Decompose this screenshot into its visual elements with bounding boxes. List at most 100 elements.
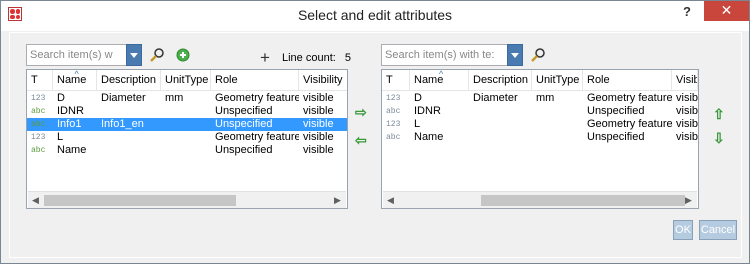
cell-name: Name: [57, 144, 87, 156]
cell-role: Geometry feature: [587, 92, 672, 104]
cell-role: Geometry feature: [215, 131, 299, 143]
cell-visibility: visible: [303, 131, 334, 143]
cell-role: Unspecified: [587, 105, 645, 117]
numeric-type-icon: 123: [386, 94, 401, 103]
scroll-right-icon[interactable]: ▶: [685, 195, 692, 206]
cell-visibility: visibl: [676, 118, 698, 130]
cell-name: IDNR: [414, 105, 441, 117]
cell-unittype: [161, 131, 211, 144]
cell-visibility: visibl: [676, 92, 698, 104]
numeric-type-icon: 123: [31, 133, 46, 142]
cell-description: Info1_en: [101, 118, 144, 130]
cell-visibility: visibl: [676, 131, 698, 143]
cell-description: [469, 131, 532, 144]
help-button[interactable]: ?: [683, 4, 691, 19]
cell-name: D: [57, 92, 65, 104]
scroll-left-icon[interactable]: ◀: [387, 195, 394, 206]
col-header-t[interactable]: T: [27, 70, 53, 91]
cell-name: Info1: [57, 118, 82, 130]
table-row[interactable]: 123 L Geometry feature visibl: [382, 118, 698, 131]
dialog-window: Select and edit attributes ? ✕ Search it…: [0, 0, 750, 264]
cell-name: L: [57, 131, 64, 143]
cell-unittype: [532, 131, 583, 144]
col-header-description[interactable]: Description: [97, 70, 161, 91]
table-row[interactable]: abc Name Unspecified visible: [27, 144, 347, 157]
cell-description: [97, 131, 161, 144]
cell-unittype: mm: [165, 92, 184, 104]
left-horizontal-scrollbar[interactable]: ◀ ▶: [28, 191, 346, 208]
line-count-value: 5: [344, 52, 352, 64]
numeric-type-icon: 123: [386, 120, 401, 129]
table-row[interactable]: abc Name Unspecified visibl: [382, 131, 698, 144]
cell-visibility: visible: [303, 144, 334, 156]
cell-role: Unspecified: [215, 105, 273, 117]
numeric-type-icon: 123: [31, 94, 46, 103]
cell-unittype: [161, 118, 211, 131]
right-search-placeholder: Search item(s) with te:: [385, 49, 495, 61]
text-type-icon: abc: [386, 133, 401, 142]
table-row[interactable]: 123 D Diameter mm Geometry feature visibl: [382, 92, 698, 105]
right-search-options-icon[interactable]: [530, 47, 546, 63]
cancel-button[interactable]: Cancel: [699, 220, 737, 240]
cell-role: Unspecified: [587, 131, 645, 143]
col-header-unittype[interactable]: UnitType: [532, 70, 583, 91]
right-scroll-thumb[interactable]: [481, 195, 685, 206]
add-line-icon[interactable]: +: [260, 48, 270, 68]
scroll-right-icon[interactable]: ▶: [334, 195, 341, 206]
cell-role: Geometry feature: [215, 92, 299, 104]
table-row[interactable]: abc Info1 Info1_en Unspecified visible: [27, 118, 347, 131]
col-header-name[interactable]: Name: [410, 70, 469, 91]
window-title: Select and edit attributes: [297, 7, 453, 23]
left-search-input[interactable]: Search item(s) w: [26, 44, 142, 66]
cell-unittype: [532, 118, 583, 131]
cell-visibility: visibl: [676, 105, 698, 117]
move-left-icon[interactable]: ⇦: [355, 132, 367, 149]
cell-unittype: [161, 105, 211, 118]
col-header-visibility[interactable]: Visibility: [299, 70, 347, 91]
cell-role: Unspecified: [215, 144, 273, 156]
col-header-role[interactable]: Role: [583, 70, 672, 91]
table-row[interactable]: abc IDNR Unspecified visible: [27, 105, 347, 118]
cell-name: IDNR: [57, 105, 84, 117]
table-row[interactable]: abc IDNR Unspecified visibl: [382, 105, 698, 118]
table-row[interactable]: 123 D Diameter mm Geometry feature visible: [27, 92, 347, 105]
cell-role: Unspecified: [215, 118, 273, 130]
right-horizontal-scrollbar[interactable]: ◀ ▶: [383, 191, 697, 208]
col-header-t[interactable]: T: [382, 70, 410, 91]
cell-visibility: visible: [303, 92, 334, 104]
right-attribute-table: T Name Description UnitType Role Visibi …: [381, 69, 699, 209]
dialog-client-area: Search item(s) w + Line count: 5 T Name …: [9, 32, 742, 258]
text-type-icon: abc: [31, 120, 46, 129]
col-header-visibility[interactable]: Visibi: [672, 70, 698, 91]
cell-description: [469, 105, 532, 118]
cell-unittype: mm: [536, 92, 555, 104]
left-search-dropdown-button[interactable]: [126, 44, 142, 66]
left-search-placeholder: Search item(s) w: [30, 49, 113, 61]
col-header-role[interactable]: Role: [211, 70, 299, 91]
close-button[interactable]: ✕: [704, 1, 749, 21]
table-row[interactable]: 123 L Geometry feature visible: [27, 131, 347, 144]
move-down-icon[interactable]: ⇩: [713, 130, 725, 147]
cell-name: D: [414, 92, 422, 104]
left-search-options-icon[interactable]: [149, 47, 165, 63]
cell-description: [97, 144, 161, 157]
cell-visibility: visible: [303, 118, 334, 130]
move-right-icon[interactable]: ⇨: [355, 104, 367, 121]
scroll-left-icon[interactable]: ◀: [32, 195, 39, 206]
cell-description: Diameter: [473, 92, 518, 104]
right-search-input[interactable]: Search item(s) with te:: [381, 44, 523, 66]
left-attribute-table: T Name Description UnitType Role Visibil…: [26, 69, 348, 209]
right-search-dropdown-button[interactable]: [507, 44, 523, 66]
cell-description: Diameter: [101, 92, 146, 104]
cell-name: L: [414, 118, 421, 130]
add-green-icon[interactable]: [175, 47, 191, 63]
cell-role: Geometry feature: [587, 118, 672, 130]
cell-unittype: [532, 105, 583, 118]
col-header-unittype[interactable]: UnitType: [161, 70, 211, 91]
move-up-icon[interactable]: ⇧: [713, 106, 725, 123]
cell-name: Name: [414, 131, 444, 143]
ok-button[interactable]: OK: [673, 220, 693, 240]
col-header-description[interactable]: Description: [469, 70, 532, 91]
left-scroll-thumb[interactable]: [44, 195, 236, 206]
col-header-name[interactable]: Name: [53, 70, 97, 91]
